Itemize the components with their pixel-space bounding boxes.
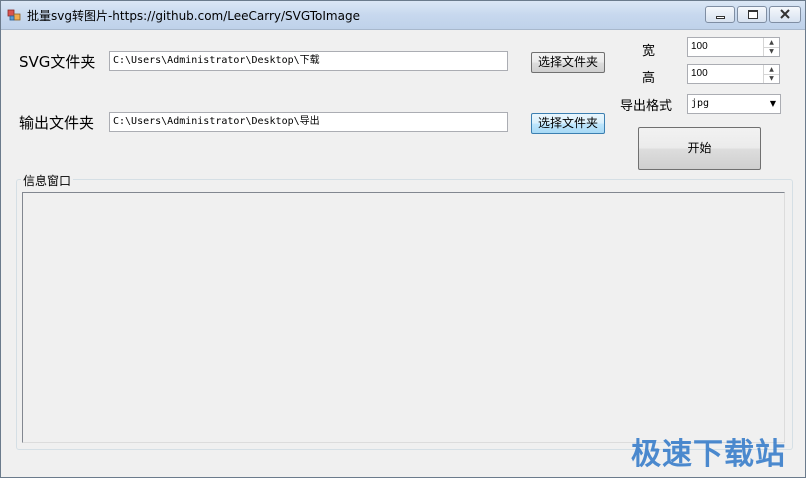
app-icon: [7, 9, 21, 21]
height-value: 100: [691, 68, 708, 79]
svg-folder-label: SVG文件夹: [19, 53, 96, 71]
width-stepper-arrows: ▲ ▼: [763, 38, 779, 56]
height-stepper[interactable]: 100 ▲ ▼: [687, 64, 780, 84]
format-select[interactable]: jpg ▼: [687, 94, 781, 114]
title-bar: 批量svg转图片-https://github.com/LeeCarry/SVG…: [1, 1, 805, 30]
window-title: 批量svg转图片-https://github.com/LeeCarry/SVG…: [27, 9, 360, 23]
choose-output-folder-button[interactable]: 选择文件夹: [531, 113, 605, 134]
width-value: 100: [691, 41, 708, 52]
main-window: 批量svg转图片-https://github.com/LeeCarry/SVG…: [0, 0, 806, 478]
width-label: 宽: [642, 44, 656, 59]
spin-down-icon[interactable]: ▼: [764, 74, 779, 83]
minimize-icon: [716, 16, 725, 19]
maximize-icon: [748, 10, 758, 19]
choose-svg-folder-button[interactable]: 选择文件夹: [531, 52, 605, 73]
info-log-area[interactable]: [22, 192, 785, 443]
height-stepper-arrows: ▲ ▼: [763, 65, 779, 83]
height-label: 高: [642, 71, 656, 86]
close-button[interactable]: [769, 6, 801, 23]
info-group-title: 信息窗口: [21, 172, 74, 189]
width-stepper[interactable]: 100 ▲ ▼: [687, 37, 780, 57]
output-folder-input[interactable]: C:\Users\Administrator\Desktop\导出: [109, 112, 508, 132]
chevron-down-icon: ▼: [769, 99, 776, 108]
watermark-logo: 极速下载站: [631, 437, 786, 472]
close-icon: [780, 9, 790, 19]
minimize-button[interactable]: [705, 6, 735, 23]
svg-folder-input[interactable]: C:\Users\Administrator\Desktop\下载: [109, 51, 508, 71]
format-value: jpg: [691, 98, 710, 109]
format-label: 导出格式: [620, 99, 673, 114]
maximize-button[interactable]: [737, 6, 767, 23]
output-folder-label: 输出文件夹: [19, 114, 95, 132]
spin-down-icon[interactable]: ▼: [764, 47, 779, 56]
start-button[interactable]: 开始: [638, 127, 761, 170]
